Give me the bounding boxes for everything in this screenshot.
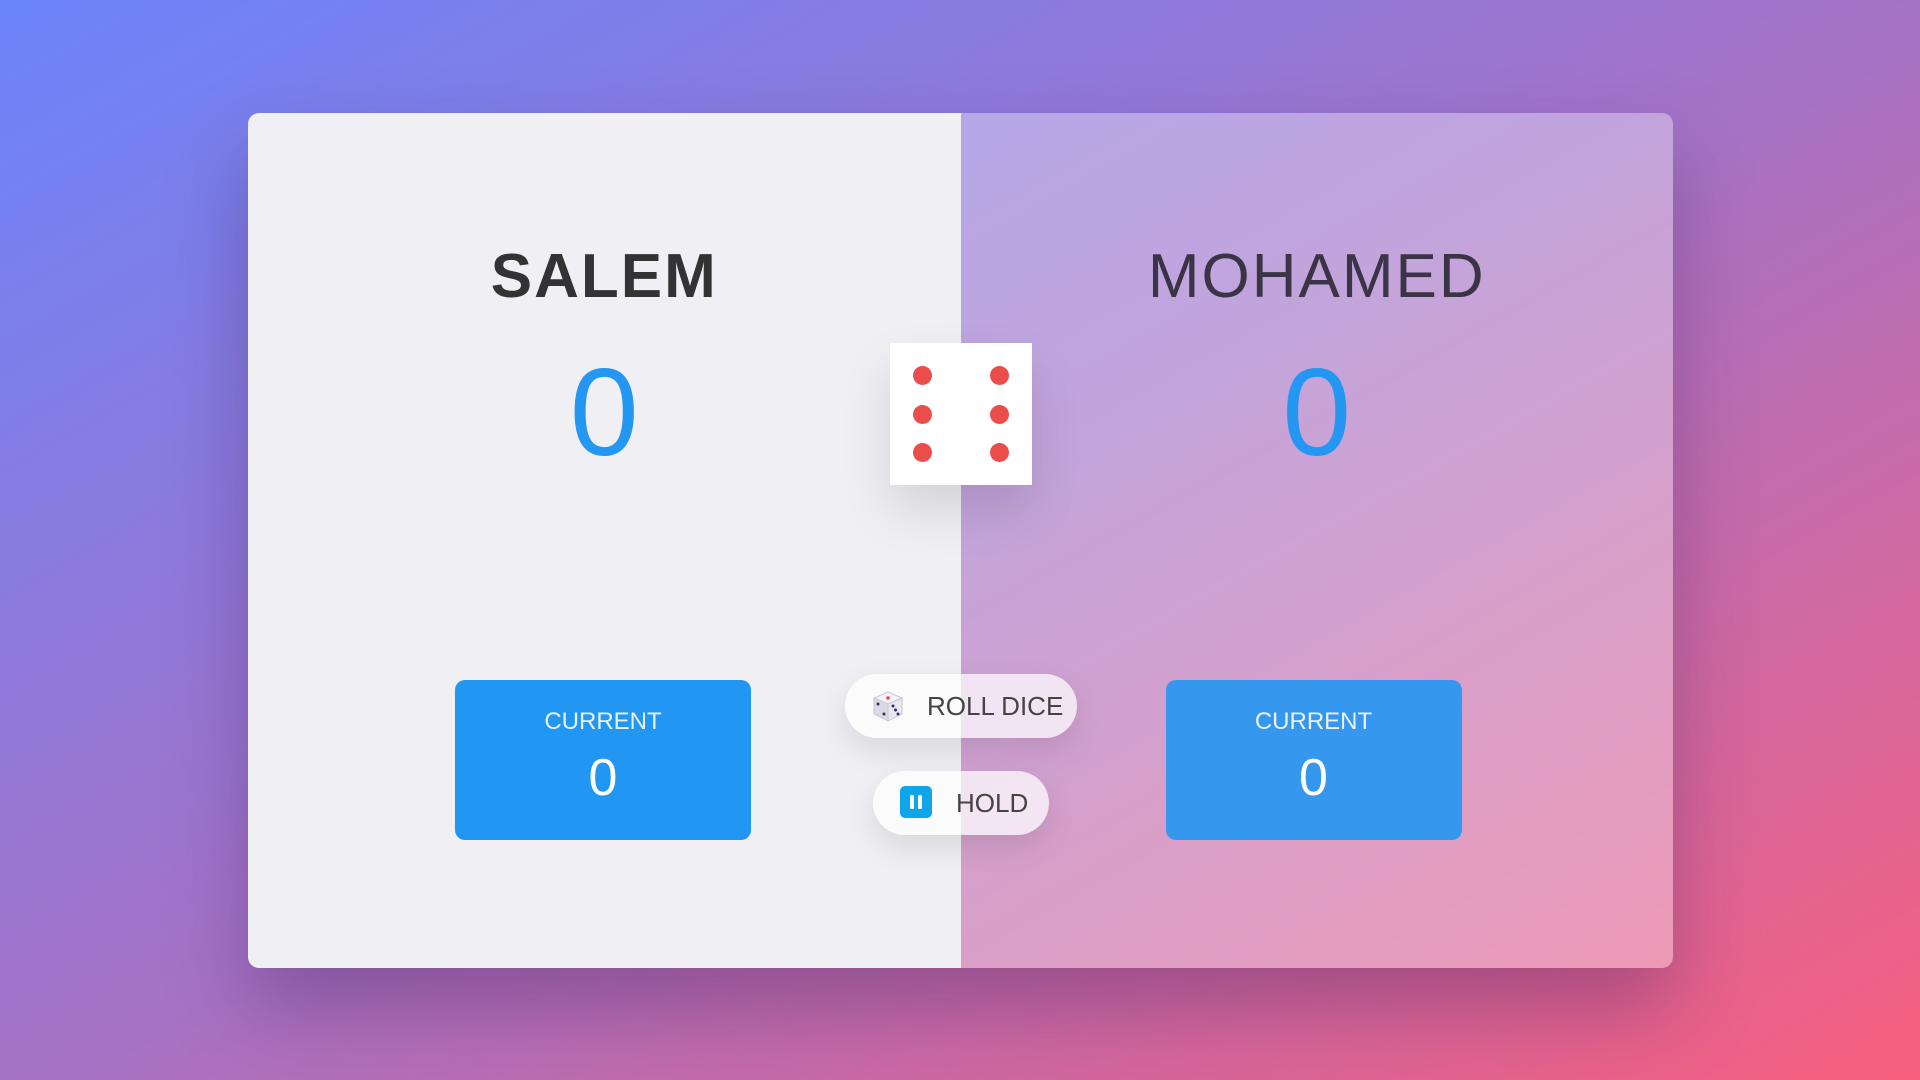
dice-pip [913, 366, 933, 386]
player-1-total-score: 0 [569, 344, 639, 482]
game-board: Salem 0 Current 0 Mohamed 0 Current 0 [248, 113, 1673, 968]
player-1-name: Salem [490, 242, 718, 311]
dice-pip [913, 404, 933, 424]
player-2-name: Mohamed [1147, 242, 1486, 311]
player-1-panel: Salem 0 Current 0 [248, 113, 961, 968]
player-2-current-label: Current [1254, 708, 1373, 735]
player-2-panel: Mohamed 0 Current 0 [960, 113, 1673, 968]
pause-icon [900, 786, 934, 820]
player-2-current-score: 0 [1299, 749, 1328, 807]
player-1-current-score: 0 [588, 749, 618, 807]
dice-pip [913, 442, 933, 462]
hold-button[interactable]: Hold [873, 771, 1049, 835]
dice-icon [871, 689, 905, 723]
dice-face [890, 343, 1032, 485]
roll-dice-label: Roll dice [927, 690, 1064, 721]
dice-pip [989, 442, 1009, 462]
player-1-current-label: Current [544, 708, 662, 735]
dice-pip [989, 404, 1009, 424]
player-2-current-box: Current 0 [1165, 680, 1462, 840]
dice-pip [989, 366, 1009, 386]
roll-dice-button[interactable]: Roll dice [845, 674, 1077, 738]
hold-label: Hold [956, 787, 1029, 818]
player-2-total-score: 0 [1282, 344, 1352, 482]
player-1-current-box: Current 0 [455, 680, 751, 840]
